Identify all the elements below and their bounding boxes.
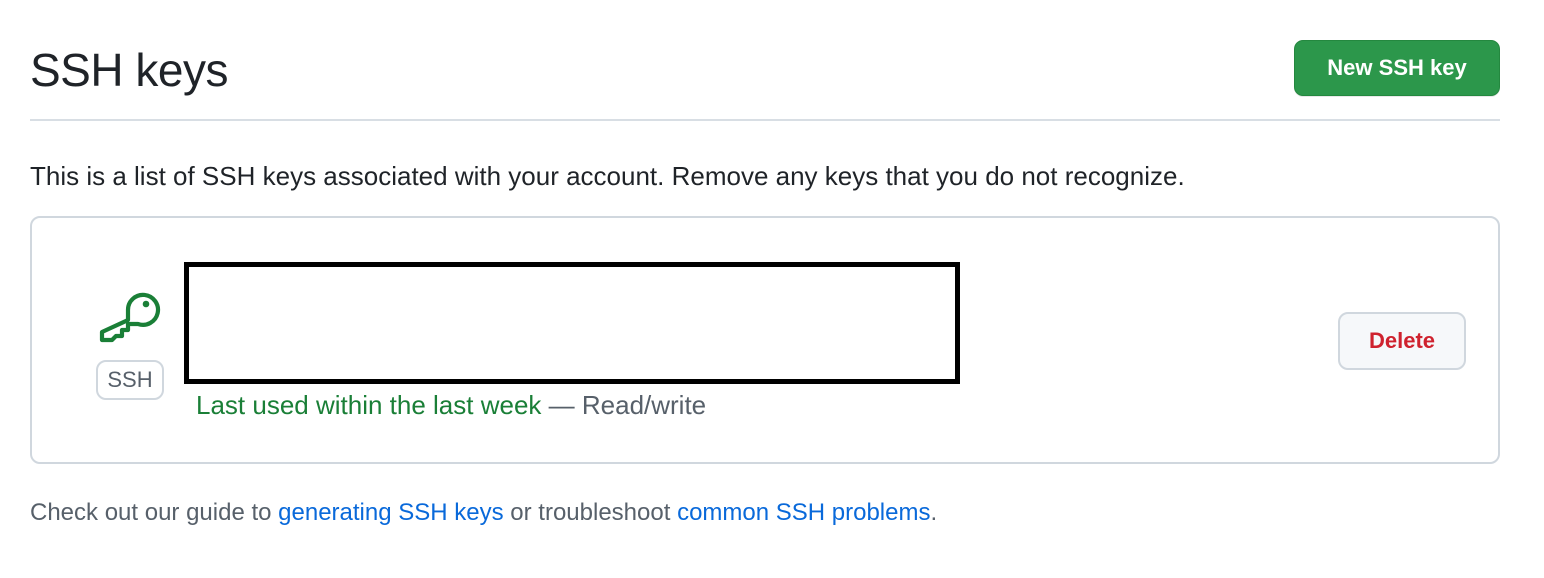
- key-icon: [99, 292, 161, 343]
- help-footer: Check out our guide to generating SSH ke…: [30, 496, 937, 530]
- generating-ssh-keys-link[interactable]: generating SSH keys: [278, 499, 503, 526]
- page-description: This is a list of SSH keys associated wi…: [30, 161, 1185, 191]
- access-level-text: — Read/write: [541, 390, 707, 420]
- common-ssh-problems-link[interactable]: common SSH problems: [677, 499, 930, 526]
- page-header: SSH keys New SSH key: [30, 38, 1500, 121]
- page-title: SSH keys: [30, 44, 228, 96]
- footer-prefix: Check out our guide to: [30, 499, 279, 526]
- key-usage-info: Last used within the last week — Read/wr…: [196, 387, 706, 423]
- last-used-text: Last used within the last week: [196, 390, 542, 420]
- key-type-badge: SSH: [96, 360, 164, 400]
- ssh-key-list: SSH Last used within the last week — Rea…: [30, 216, 1500, 464]
- redacted-key-title: [184, 262, 960, 384]
- footer-suffix: .: [930, 499, 938, 526]
- delete-key-button[interactable]: Delete: [1338, 312, 1466, 370]
- new-ssh-key-button[interactable]: New SSH key: [1294, 40, 1500, 96]
- footer-middle: or troubleshoot: [503, 499, 678, 526]
- ssh-keys-page: SSH keys New SSH key This is a list of S…: [0, 0, 1544, 578]
